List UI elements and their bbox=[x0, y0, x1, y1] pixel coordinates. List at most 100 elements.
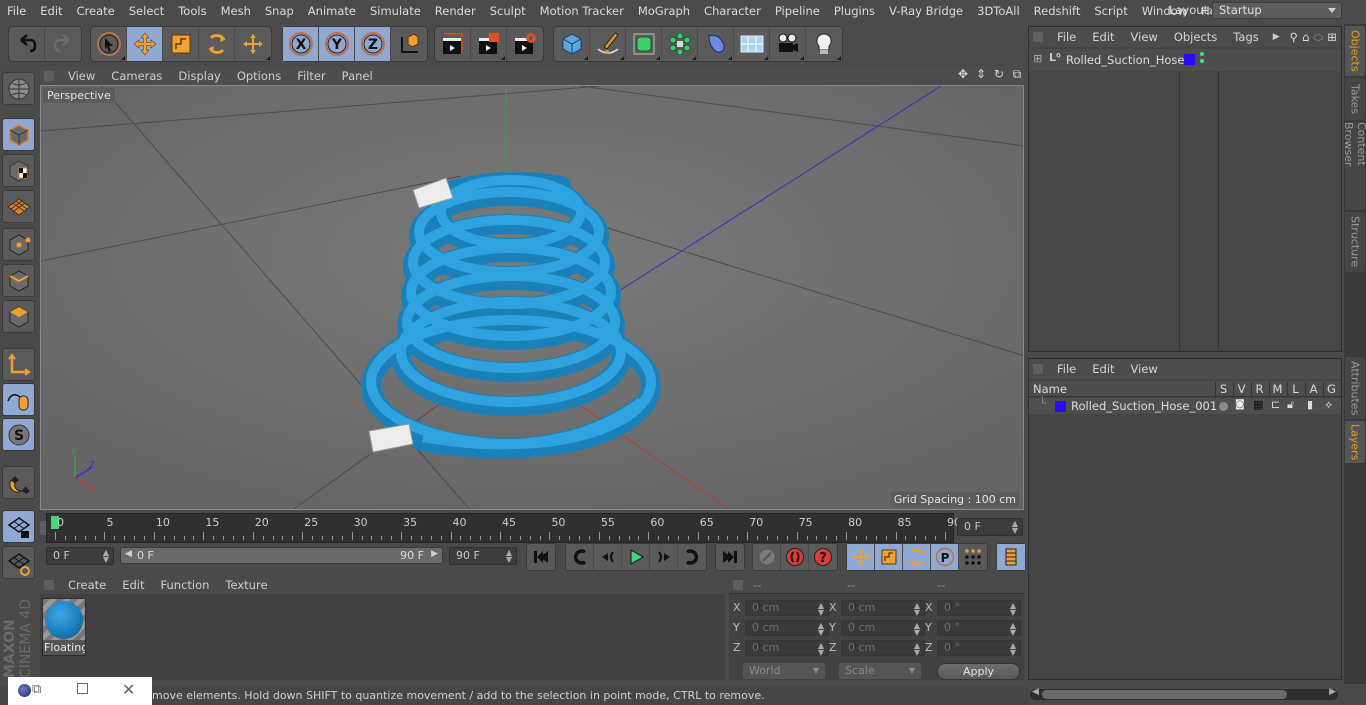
layer-menu-file[interactable]: File bbox=[1049, 362, 1084, 376]
undo-button[interactable] bbox=[9, 27, 45, 61]
end-frame-field[interactable]: 90 F ▲ ▼ bbox=[449, 547, 517, 565]
menu-script[interactable]: Script bbox=[1087, 4, 1134, 18]
expand-icon[interactable]: ⊞ bbox=[1033, 52, 1042, 65]
camera-button[interactable] bbox=[770, 27, 806, 61]
menu-select[interactable]: Select bbox=[122, 4, 171, 18]
menu-sculpt[interactable]: Sculpt bbox=[483, 4, 533, 18]
timeline-window-button[interactable] bbox=[997, 544, 1025, 570]
range-right-arrow-icon[interactable]: ▶ bbox=[431, 549, 438, 559]
menu-mesh[interactable]: Mesh bbox=[214, 4, 258, 18]
spinner-icon[interactable]: ▲ ▼ bbox=[1012, 520, 1018, 535]
coord-rot-x-field[interactable]: 0 ° ▲ ▼ bbox=[937, 600, 1021, 617]
points-mode-button[interactable] bbox=[2, 228, 35, 261]
make-editable-button[interactable] bbox=[2, 72, 35, 105]
coord-pos-z-field[interactable]: 0 cm ▲ ▼ bbox=[745, 640, 829, 657]
key-scale-toggle[interactable] bbox=[875, 544, 903, 570]
column-r[interactable]: R bbox=[1251, 382, 1267, 396]
y-axis-toggle[interactable]: Y bbox=[319, 27, 355, 61]
record-active-objects-button[interactable] bbox=[753, 544, 781, 570]
planar-workplane-button[interactable] bbox=[2, 546, 35, 579]
grip-icon[interactable] bbox=[733, 579, 743, 590]
dolly-icon[interactable]: ⇕ bbox=[973, 67, 989, 82]
layer-name[interactable]: Rolled_Suction_Hose_001 bbox=[1071, 399, 1217, 413]
coord-rot-z-field[interactable]: 0 ° ▲ ▼ bbox=[937, 640, 1021, 657]
coordinate-system-button[interactable] bbox=[391, 27, 427, 61]
layer-row[interactable]: └ Rolled_Suction_Hose_001 ◙ ▦ ⊏ 🔓︎ ▮ ⟡ bbox=[1029, 396, 1341, 414]
layer-color-swatch[interactable] bbox=[1055, 401, 1066, 412]
spinner-icon[interactable]: ▲ ▼ bbox=[818, 602, 824, 617]
more-arrow-icon[interactable]: ▶ bbox=[1273, 32, 1280, 42]
orbit-icon[interactable]: ↻ bbox=[991, 67, 1007, 82]
coordinate-mode-select[interactable]: World ▼ bbox=[743, 663, 825, 679]
spinner-icon[interactable]: ▲ ▼ bbox=[914, 622, 920, 637]
column-a[interactable]: A bbox=[1305, 382, 1321, 396]
menu-plugins[interactable]: Plugins bbox=[827, 4, 882, 18]
object-row[interactable]: ⊞ L⁰ Rolled_Suction_Hose bbox=[1029, 49, 1341, 71]
menu-mograph[interactable]: MoGraph bbox=[631, 4, 697, 18]
render-settings-button[interactable] bbox=[507, 27, 543, 61]
tab-objects[interactable]: Objects bbox=[1345, 26, 1365, 76]
coord-rot-y-field[interactable]: 0 ° ▲ ▼ bbox=[937, 620, 1021, 637]
spinner-icon[interactable]: ▲ ▼ bbox=[818, 622, 824, 637]
tab-content-browser[interactable]: Content Browser bbox=[1342, 122, 1366, 210]
view-eye-icon[interactable]: ◙ bbox=[1235, 399, 1245, 410]
menu-simulate[interactable]: Simulate bbox=[363, 4, 428, 18]
maximize-icon[interactable] bbox=[77, 683, 88, 694]
menu-snap[interactable]: Snap bbox=[258, 4, 301, 18]
last-tool-button[interactable] bbox=[235, 27, 271, 61]
polygons-mode-button[interactable] bbox=[2, 300, 35, 333]
render-to-picture-viewer-button[interactable] bbox=[471, 27, 507, 61]
object-menu-file[interactable]: File bbox=[1049, 30, 1084, 44]
live-selection-button[interactable] bbox=[91, 27, 127, 61]
new-window-icon[interactable]: ⊞ bbox=[1327, 30, 1337, 44]
column-l[interactable]: L bbox=[1287, 382, 1303, 396]
pan-icon[interactable]: ✥ bbox=[955, 67, 971, 82]
coord-size-x-field[interactable]: 0 cm ▲ ▼ bbox=[841, 600, 925, 617]
goto-end-button[interactable] bbox=[716, 544, 744, 570]
coord-size-z-field[interactable]: 0 cm ▲ ▼ bbox=[841, 640, 925, 657]
spinner-icon[interactable]: ▲ ▼ bbox=[818, 642, 824, 657]
edges-mode-button[interactable] bbox=[2, 264, 35, 297]
viewport-menu-filter[interactable]: Filter bbox=[289, 69, 333, 83]
object-name[interactable]: Rolled_Suction_Hose bbox=[1066, 53, 1184, 67]
coord-size-y-field[interactable]: 0 cm ▲ ▼ bbox=[841, 620, 925, 637]
coord-pos-y-field[interactable]: 0 cm ▲ ▼ bbox=[745, 620, 829, 637]
maximize-view-icon[interactable]: ⧉ bbox=[1009, 67, 1025, 82]
tab-layers[interactable]: Layers bbox=[1345, 421, 1365, 463]
cube-button[interactable] bbox=[554, 27, 590, 61]
apply-button[interactable]: Apply bbox=[937, 663, 1020, 680]
home-icon[interactable]: ⌂ bbox=[1302, 30, 1309, 44]
material-swatch[interactable]: Floating bbox=[42, 598, 86, 656]
next-keyframe-button[interactable] bbox=[678, 544, 706, 570]
scroll-right-icon[interactable]: ▶ bbox=[1329, 687, 1336, 697]
tab-takes[interactable]: Takes bbox=[1345, 78, 1365, 120]
key-pla-toggle[interactable] bbox=[959, 544, 987, 570]
object-menu-objects[interactable]: Objects bbox=[1166, 30, 1225, 44]
render-visibility-dot[interactable] bbox=[1200, 59, 1204, 63]
redo-button[interactable] bbox=[45, 27, 81, 61]
manager-tree-icon[interactable]: ⊏ bbox=[1271, 398, 1280, 411]
play-button[interactable] bbox=[622, 544, 650, 570]
rotate-tool-button[interactable] bbox=[199, 27, 235, 61]
lock-icon[interactable]: 🔓︎ bbox=[1287, 398, 1294, 412]
column-s[interactable]: S bbox=[1215, 382, 1231, 396]
horizontal-scrollbar[interactable]: ◀ ▶ bbox=[1030, 687, 1338, 700]
menu-3dtoall[interactable]: 3DToAll bbox=[970, 4, 1027, 18]
close-icon[interactable]: ✕ bbox=[122, 680, 135, 699]
spinner-icon[interactable]: ▲ ▼ bbox=[1010, 642, 1016, 657]
key-parameter-toggle[interactable]: P bbox=[931, 544, 959, 570]
menu-edit[interactable]: Edit bbox=[33, 4, 69, 18]
menu-tools[interactable]: Tools bbox=[171, 4, 213, 18]
grip-icon[interactable] bbox=[44, 70, 54, 81]
locked-workplane-button[interactable] bbox=[2, 510, 35, 543]
render-view-button[interactable] bbox=[435, 27, 471, 61]
layer-menu-edit[interactable]: Edit bbox=[1084, 362, 1122, 376]
scroll-left-icon[interactable]: ◀ bbox=[1032, 687, 1039, 697]
menu-file[interactable]: File bbox=[0, 4, 33, 18]
viewport-menu-options[interactable]: Options bbox=[229, 69, 289, 83]
size-mode-select[interactable]: Scale ▼ bbox=[839, 663, 921, 679]
perspective-viewport[interactable]: Y Z X Perspective Grid Spacing : 100 cm bbox=[40, 85, 1024, 510]
viewport-menu-display[interactable]: Display bbox=[170, 69, 228, 83]
menu-motion-tracker[interactable]: Motion Tracker bbox=[533, 4, 631, 18]
eye-icon[interactable]: ⬭ bbox=[1313, 30, 1323, 45]
